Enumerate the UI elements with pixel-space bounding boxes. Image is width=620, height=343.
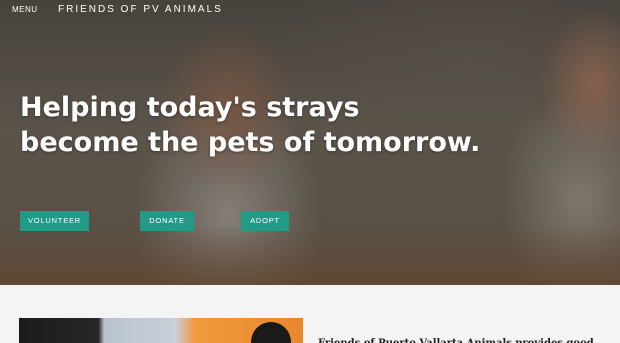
adopt-button[interactable]: ADOPT: [241, 211, 289, 231]
top-bar: MENU FRIENDS OF PV ANIMALS: [0, 0, 620, 22]
hero-headline-line2: become the pets of tomorrow.: [20, 127, 481, 158]
hero-image: MENU FRIENDS OF PV ANIMALS Helping today…: [0, 0, 620, 285]
intro-text: Friends of Puerto Vallarta Animals provi…: [318, 338, 598, 343]
volunteer-button[interactable]: VOLUNTEER: [20, 211, 89, 231]
dog-photo-silhouette: [251, 322, 291, 343]
content-photo: [19, 318, 303, 343]
menu-button[interactable]: MENU: [12, 5, 38, 14]
site-title[interactable]: FRIENDS OF PV ANIMALS: [58, 4, 223, 15]
donate-button[interactable]: DONATE: [140, 211, 194, 231]
content-section: Friends of Puerto Vallarta Animals provi…: [0, 285, 620, 343]
hero-headline-line1: Helping today's strays: [20, 92, 360, 123]
hero-headline: Helping today's strays become the pets o…: [20, 90, 481, 160]
